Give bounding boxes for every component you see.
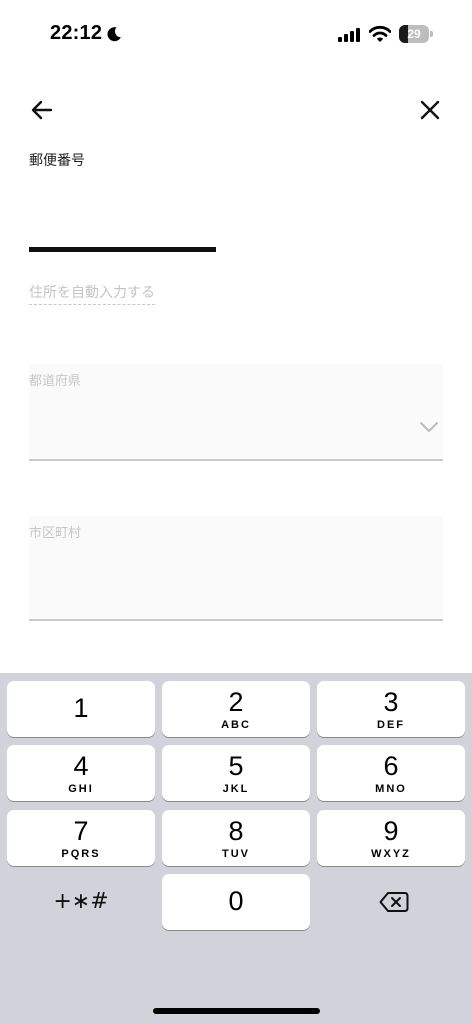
key-number: 0 bbox=[228, 886, 244, 916]
key-5[interactable]: 5 JKL bbox=[162, 745, 310, 801]
battery-percent: 29 bbox=[407, 27, 421, 41]
key-letters: WXYZ bbox=[371, 848, 411, 860]
key-9[interactable]: 9 WXYZ bbox=[317, 810, 465, 866]
autofill-address-link[interactable]: 住所を自動入力する bbox=[29, 282, 155, 305]
prefecture-label: 都道府県 bbox=[29, 374, 82, 389]
prefecture-select[interactable]: 都道府県 bbox=[29, 364, 443, 461]
key-number: 8 bbox=[228, 816, 244, 846]
key-number: 2 bbox=[228, 687, 244, 717]
backspace-icon bbox=[379, 892, 409, 912]
chevron-down-icon bbox=[420, 422, 438, 432]
key-letters: JKL bbox=[222, 783, 250, 795]
city-field[interactable]: 市区町村 bbox=[29, 516, 443, 621]
key-letters: DEF bbox=[377, 719, 405, 731]
key-number: 7 bbox=[73, 816, 89, 846]
postal-code-input[interactable] bbox=[29, 196, 216, 252]
battery-body: 29 bbox=[399, 25, 429, 43]
key-number: 3 bbox=[383, 687, 399, 717]
wifi-icon bbox=[369, 25, 391, 42]
key-number: 9 bbox=[383, 816, 399, 846]
key-3[interactable]: 3 DEF bbox=[317, 681, 465, 737]
moon-icon bbox=[107, 27, 121, 42]
symbols-key[interactable]: +∗# bbox=[7, 874, 155, 930]
key-number: 5 bbox=[228, 751, 244, 781]
close-button[interactable] bbox=[416, 96, 444, 124]
arrow-left-icon bbox=[31, 100, 53, 120]
key-number: 6 bbox=[383, 751, 399, 781]
close-icon bbox=[420, 100, 440, 120]
key-7[interactable]: 7 PQRS bbox=[7, 810, 155, 866]
city-label: 市区町村 bbox=[29, 526, 82, 541]
key-0[interactable]: 0 bbox=[162, 874, 310, 930]
delete-key[interactable] bbox=[317, 874, 465, 930]
key-letters: TUV bbox=[222, 848, 250, 860]
status-time: 22:12 bbox=[50, 22, 103, 44]
back-button[interactable] bbox=[28, 96, 56, 124]
key-letters: ABC bbox=[221, 719, 251, 731]
key-1[interactable]: 1 bbox=[7, 681, 155, 737]
key-letters: PQRS bbox=[61, 848, 101, 860]
status-bar: 22:12 29 bbox=[0, 0, 472, 70]
key-8[interactable]: 8 TUV bbox=[162, 810, 310, 866]
key-2[interactable]: 2 ABC bbox=[162, 681, 310, 737]
key-letters: GHI bbox=[68, 783, 94, 795]
battery-icon: 29 bbox=[399, 25, 433, 43]
key-6[interactable]: 6 MNO bbox=[317, 745, 465, 801]
battery-tip bbox=[430, 31, 433, 37]
home-indicator[interactable] bbox=[153, 1008, 320, 1014]
postal-code-label: 郵便番号 bbox=[29, 153, 85, 169]
key-letters: MNO bbox=[375, 783, 407, 795]
signal-icon bbox=[338, 28, 360, 42]
key-number: 4 bbox=[73, 751, 89, 781]
key-4[interactable]: 4 GHI bbox=[7, 745, 155, 801]
key-number: 1 bbox=[73, 693, 89, 723]
